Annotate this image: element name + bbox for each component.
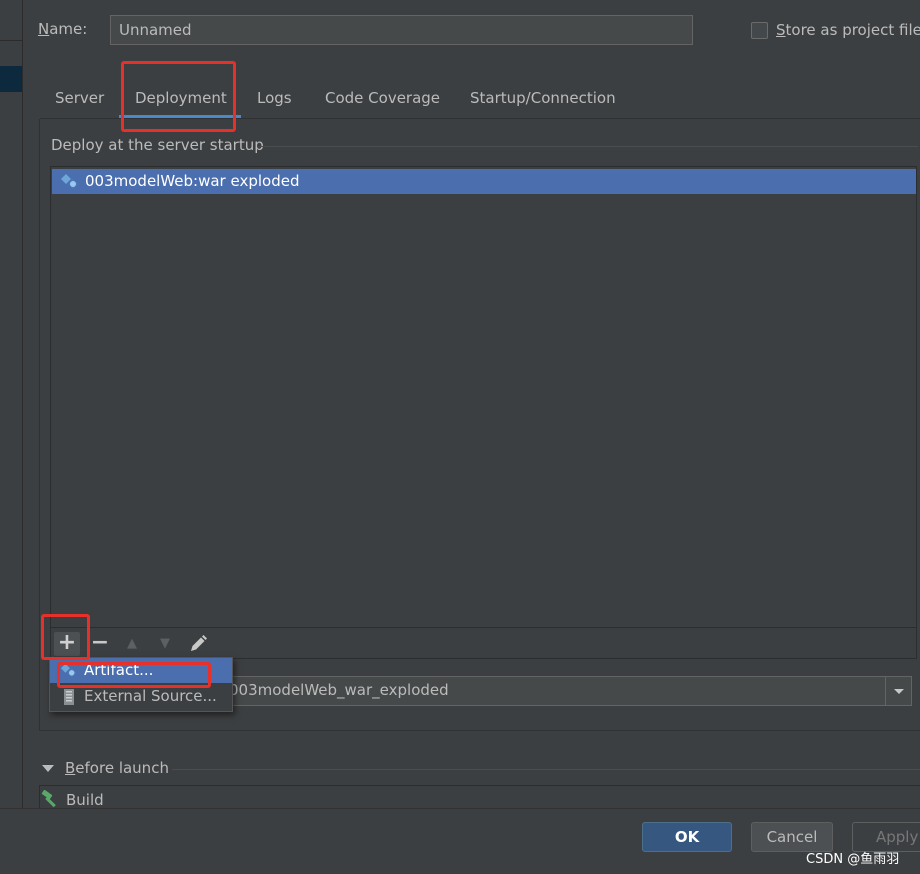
- store-as-project-file-checkbox[interactable]: [751, 22, 768, 39]
- name-label: Name:: [38, 20, 87, 38]
- tab-logs[interactable]: Logs: [257, 89, 292, 107]
- annotation-box-artifact-item: [57, 662, 211, 688]
- left-sidebar: [0, 0, 23, 808]
- store-as-project-file-label[interactable]: Store as project file: [776, 21, 920, 39]
- chevron-down-icon: [894, 689, 904, 694]
- store-label-mnemonic: S: [776, 21, 786, 39]
- tab-startup-connection[interactable]: Startup/Connection: [470, 89, 616, 107]
- annotation-box-add-button: [41, 614, 90, 660]
- before-launch-mnemonic: B: [65, 759, 76, 777]
- before-launch-item-build[interactable]: Build: [66, 791, 104, 809]
- store-label-text: tore as project file: [785, 21, 920, 39]
- watermark: CSDN @鱼雨羽: [806, 852, 900, 867]
- artifact-toolbar: [50, 628, 917, 659]
- artifact-list-item[interactable]: 003modelWeb:war exploded: [52, 169, 916, 194]
- left-sidebar-selected-item[interactable]: [0, 66, 22, 92]
- move-up-button[interactable]: ▲: [120, 632, 144, 656]
- artifact-icon: [61, 174, 78, 189]
- artifact-list[interactable]: [50, 166, 917, 628]
- footer-divider: [0, 808, 920, 809]
- tab-server[interactable]: Server: [55, 89, 104, 107]
- jar-icon: [64, 689, 74, 705]
- application-context-dropdown-button[interactable]: [885, 677, 911, 705]
- deploy-section-title: Deploy at the server startup: [51, 136, 264, 154]
- name-label-text: ame:: [49, 20, 88, 38]
- artifact-list-item-label: 003modelWeb:war exploded: [85, 172, 300, 190]
- annotation-box-deployment-tab: [121, 61, 236, 132]
- move-down-button[interactable]: ▼: [153, 632, 177, 656]
- left-sidebar-divider: [0, 40, 23, 41]
- application-context-value: 003modelWeb_war_exploded: [229, 681, 449, 699]
- remove-button[interactable]: −: [88, 632, 112, 656]
- name-label-mnemonic: N: [38, 20, 50, 38]
- tab-code-coverage[interactable]: Code Coverage: [325, 89, 440, 107]
- before-launch-list[interactable]: [39, 785, 920, 808]
- before-launch-separator: [172, 769, 920, 770]
- collapse-triangle-icon[interactable]: [42, 765, 54, 772]
- pencil-icon: [191, 635, 207, 651]
- hammer-icon: [41, 790, 56, 808]
- menu-item-external-source-label: External Source...: [84, 687, 217, 705]
- deploy-section-separator: [258, 146, 918, 147]
- name-input[interactable]: [110, 15, 693, 45]
- edit-button[interactable]: [186, 632, 210, 656]
- before-launch-label[interactable]: Before launch: [65, 759, 169, 777]
- before-launch-text: efore launch: [75, 759, 169, 777]
- ok-button[interactable]: OK: [642, 822, 732, 852]
